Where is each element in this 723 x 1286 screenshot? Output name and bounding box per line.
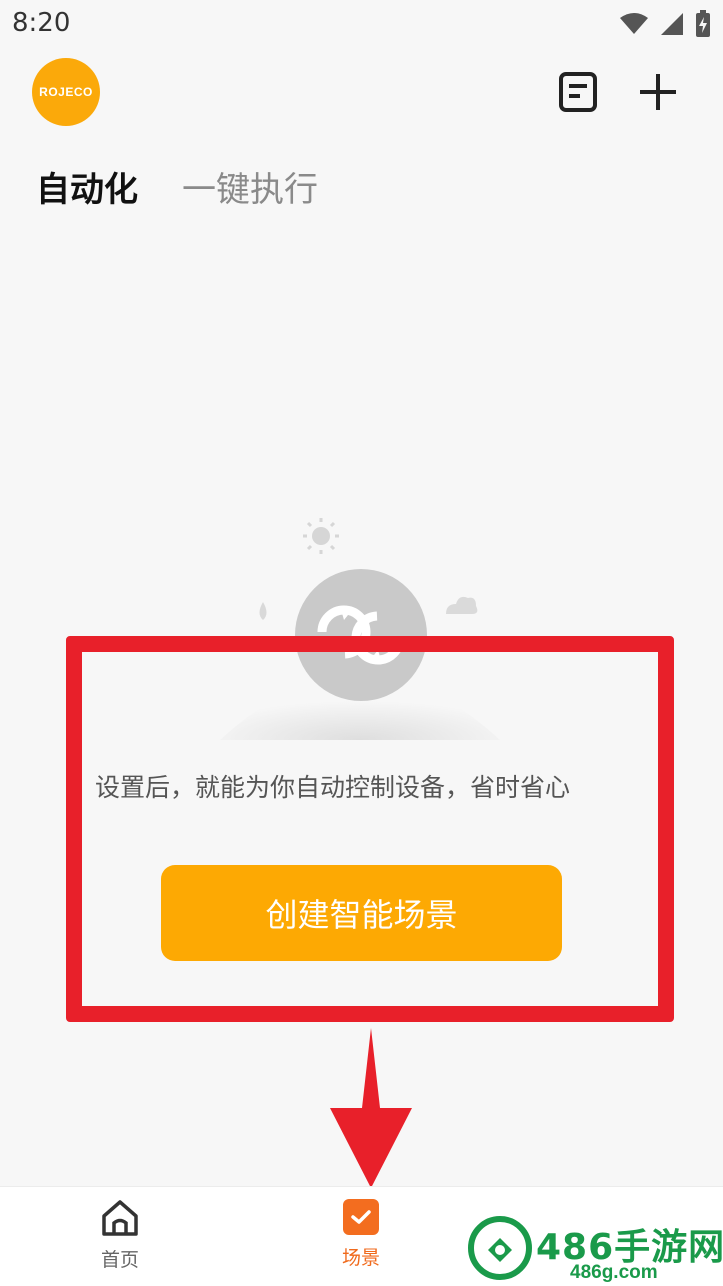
watermark-url: 486g.com bbox=[570, 1262, 658, 1283]
app-screen: 8:20 ROJECO 自动化 一键执行 设置后，就能为你自动控制设备，省时省心… bbox=[0, 0, 723, 1286]
brand-logo[interactable]: ROJECO bbox=[32, 58, 100, 126]
watermark: 486手游网 486g.com bbox=[466, 1214, 723, 1286]
logo-text: ROJECO bbox=[39, 85, 93, 99]
sun-icon bbox=[303, 518, 339, 554]
tab-automation[interactable]: 自动化 bbox=[36, 162, 138, 211]
nav-home[interactable]: 首页 bbox=[70, 1199, 170, 1272]
status-time: 8:20 bbox=[12, 8, 71, 38]
add-icon bbox=[640, 74, 676, 110]
signal-icon bbox=[661, 13, 683, 35]
wifi-icon bbox=[620, 13, 648, 34]
annotation-highlight-box bbox=[66, 636, 674, 1022]
watermark-logo-icon bbox=[468, 1216, 532, 1280]
scene-check-icon bbox=[343, 1199, 379, 1235]
home-icon bbox=[102, 1200, 138, 1236]
status-icons bbox=[619, 10, 711, 38]
status-bar: 8:20 bbox=[0, 0, 723, 50]
add-button[interactable] bbox=[636, 70, 680, 114]
cloud-icon bbox=[446, 596, 478, 614]
nav-home-label: 首页 bbox=[100, 1249, 139, 1271]
raindrop-icon bbox=[259, 602, 267, 620]
tab-one-click[interactable]: 一键执行 bbox=[182, 162, 318, 211]
nav-scene-label: 场景 bbox=[341, 1247, 380, 1269]
log-icon bbox=[559, 72, 597, 112]
battery-charging-icon bbox=[696, 10, 710, 37]
log-button[interactable] bbox=[556, 70, 600, 114]
annotation-arrow-icon bbox=[330, 1028, 412, 1188]
nav-scene[interactable]: 场景 bbox=[311, 1199, 411, 1270]
